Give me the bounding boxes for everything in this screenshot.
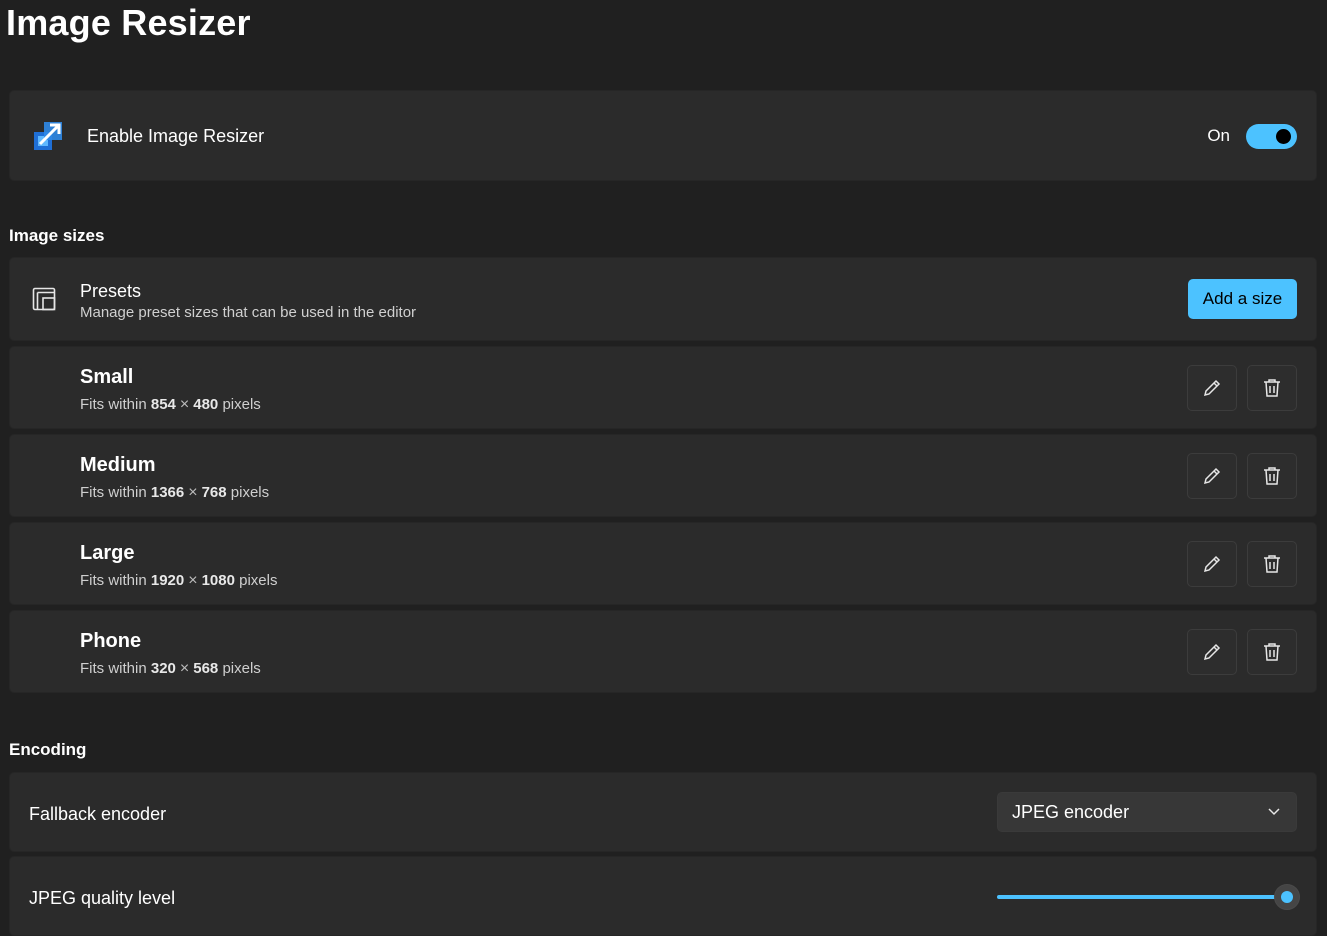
size-width: 1920 (150, 572, 185, 589)
delete-button[interactable] (1247, 629, 1297, 675)
edit-button[interactable] (1187, 453, 1237, 499)
pencil-icon (1203, 467, 1221, 485)
size-width: 1366 (150, 484, 185, 501)
edit-button[interactable] (1187, 629, 1237, 675)
image-resizer-icon (32, 120, 64, 152)
size-width: 320 (150, 660, 176, 677)
slider-thumb-dot (1281, 891, 1293, 903)
size-unit: pixels (230, 484, 270, 501)
size-unit: pixels (239, 572, 278, 589)
size-card-phone: Phone Fits within 320 × 568 pixels (9, 610, 1317, 693)
fallback-encoder-card: Fallback encoder JPEG encoder (9, 772, 1317, 852)
trash-icon (1264, 379, 1280, 397)
trash-icon (1264, 643, 1280, 661)
times-icon: × (188, 484, 198, 501)
size-height: 768 (201, 484, 227, 501)
enable-label: Enable Image Resizer (87, 126, 265, 146)
size-height: 480 (193, 396, 219, 413)
page-title: Image Resizer (6, 2, 251, 43)
size-card-large: Large Fits within 1920 × 1080 pixels (9, 522, 1317, 605)
chevron-down-icon (1268, 808, 1280, 816)
jpeg-quality-label: JPEG quality level (29, 888, 176, 908)
section-header-image-sizes: Image sizes (9, 226, 105, 245)
trash-icon (1264, 467, 1280, 485)
size-prefix: Fits within (80, 660, 147, 677)
enable-toggle[interactable] (1246, 124, 1297, 149)
quality-slider-track[interactable] (997, 895, 1285, 899)
toggle-state-label: On (1207, 126, 1230, 145)
size-prefix: Fits within (80, 396, 147, 413)
pencil-icon (1203, 643, 1221, 661)
delete-button[interactable] (1247, 541, 1297, 587)
pencil-icon (1203, 379, 1221, 397)
size-name: Medium (80, 454, 156, 476)
quality-slider-thumb[interactable] (1274, 884, 1300, 910)
size-card-small: Small Fits within 854 × 480 pixels (9, 346, 1317, 429)
size-prefix: Fits within (80, 572, 147, 589)
delete-button[interactable] (1247, 453, 1297, 499)
enable-card: Enable Image Resizer On (9, 90, 1317, 181)
trash-icon (1264, 555, 1280, 573)
size-height: 1080 (201, 572, 235, 589)
size-width: 854 (150, 396, 176, 413)
presets-title: Presets (80, 281, 142, 301)
presets-card: Presets Manage preset sizes that can be … (9, 257, 1317, 341)
size-prefix: Fits within (80, 484, 147, 501)
size-description: Fits within 1366 × 768 pixels (80, 484, 269, 502)
delete-button[interactable] (1247, 365, 1297, 411)
size-description: Fits within 854 × 480 pixels (80, 396, 261, 414)
fallback-encoder-label: Fallback encoder (29, 804, 167, 824)
edit-button[interactable] (1187, 365, 1237, 411)
size-height: 568 (193, 660, 219, 677)
times-icon: × (179, 396, 190, 413)
section-header-encoding: Encoding (9, 740, 87, 759)
times-icon: × (179, 660, 190, 677)
presets-description: Manage preset sizes that can be used in … (80, 304, 417, 321)
size-description: Fits within 320 × 568 pixels (80, 660, 261, 678)
size-description: Fits within 1920 × 1080 pixels (80, 572, 277, 590)
size-unit: pixels (222, 396, 261, 413)
edit-button[interactable] (1187, 541, 1237, 587)
pencil-icon (1203, 555, 1221, 573)
size-name: Phone (80, 630, 142, 652)
toggle-knob (1276, 129, 1291, 144)
jpeg-quality-card: JPEG quality level (9, 856, 1317, 936)
size-name: Small (80, 366, 134, 388)
size-name: Large (80, 542, 135, 564)
size-card-medium: Medium Fits within 1366 × 768 pixels (9, 434, 1317, 517)
size-unit: pixels (222, 660, 261, 677)
presets-icon (32, 287, 58, 313)
dropdown-value: JPEG encoder (1012, 801, 1130, 822)
add-size-button[interactable]: Add a size (1188, 279, 1297, 319)
times-icon: × (188, 572, 198, 589)
fallback-encoder-dropdown[interactable]: JPEG encoder (997, 792, 1297, 832)
